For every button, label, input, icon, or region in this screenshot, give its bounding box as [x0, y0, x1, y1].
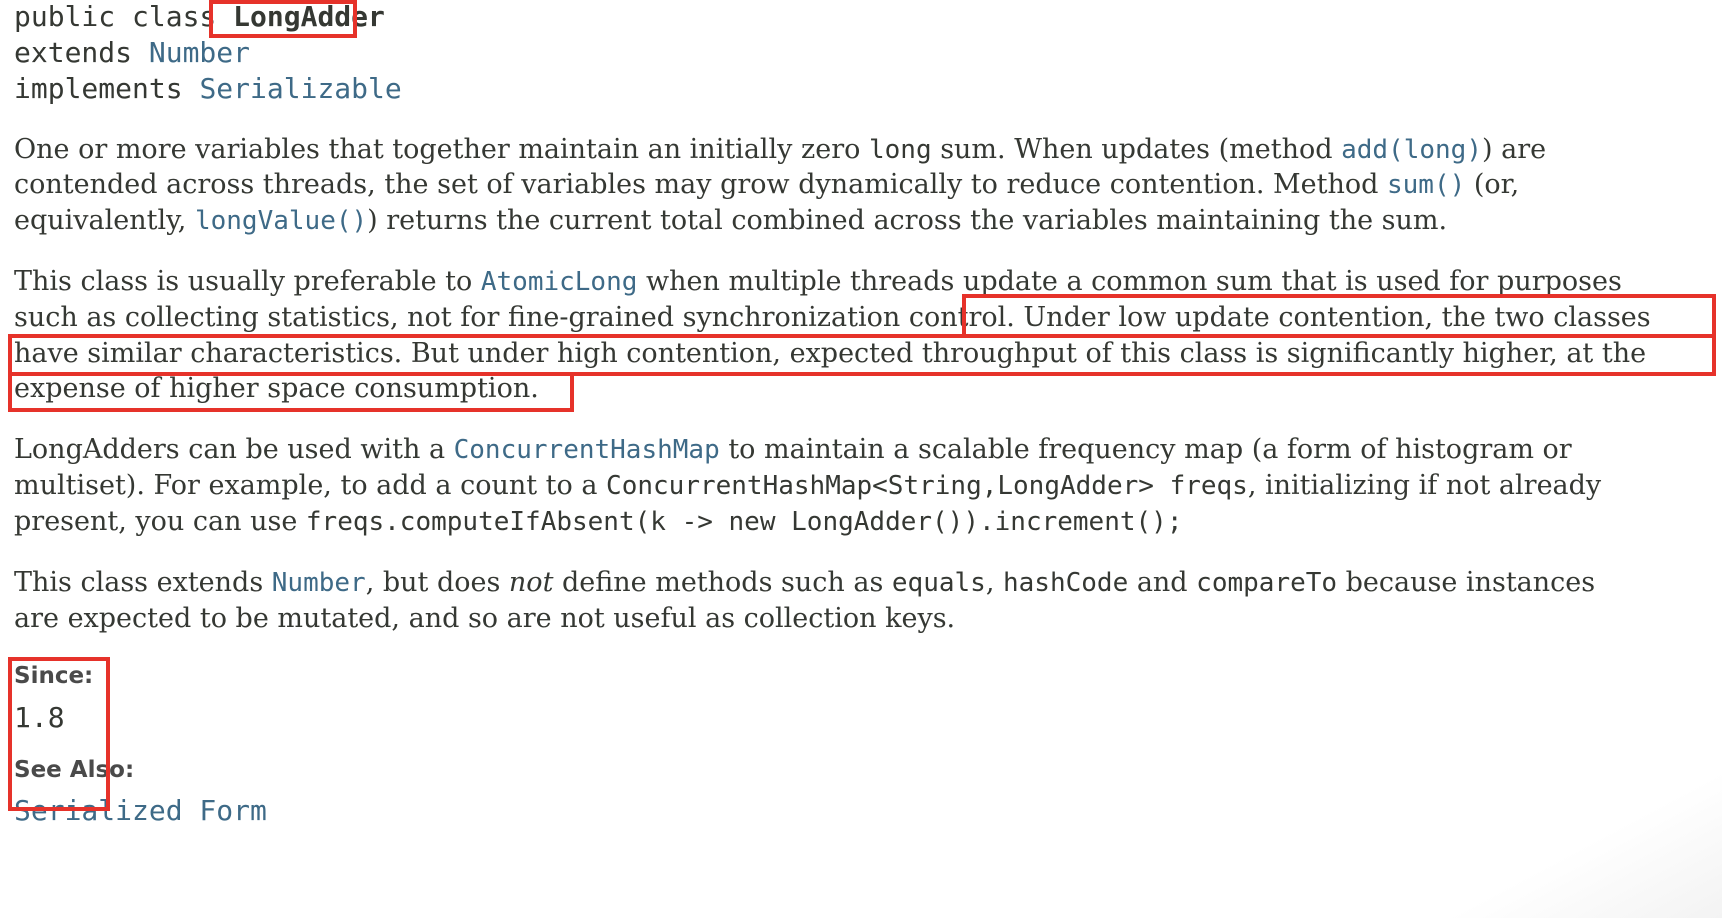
- para4-text: because instances: [1337, 567, 1596, 598]
- emphasis-not: not: [508, 567, 554, 598]
- class-signature-line-3: implements Serializable: [14, 69, 402, 109]
- para3-text: , initializing if not already: [1247, 470, 1602, 501]
- para1-text: (or,: [1465, 169, 1520, 200]
- equals-code: equals: [891, 568, 986, 598]
- compareto-code: compareTo: [1196, 568, 1338, 598]
- para1-text: One or more variables that together main…: [14, 134, 869, 165]
- para3-text: LongAdders can be used with a: [14, 434, 454, 465]
- para1-text: ) returns the current total combined acr…: [367, 205, 1448, 236]
- concurrent-hash-map-link[interactable]: ConcurrentHashMap: [454, 435, 720, 465]
- number-link[interactable]: Number: [149, 36, 250, 69]
- para3-text: multiset). For example, to add a count t…: [14, 470, 607, 501]
- para1-line-2: contended across threads, the set of var…: [14, 165, 1519, 205]
- highlighted-sentence-start: Under low update contention, the two cla…: [1023, 302, 1651, 333]
- since-version: 1.8: [14, 701, 65, 734]
- para1-text: contended across threads, the set of var…: [14, 169, 1387, 200]
- para2-line-4: expense of higher space consumption.: [14, 369, 539, 409]
- long-value-link[interactable]: longValue(): [195, 206, 367, 236]
- long-code: long: [868, 135, 932, 165]
- para2-text: when multiple threads update a common su…: [637, 266, 1622, 297]
- para2-line-3: have similar characteristics. But under …: [14, 334, 1646, 374]
- para3-text: present, you can use: [14, 506, 306, 537]
- para1-line-1: One or more variables that together main…: [14, 130, 1546, 170]
- para2-text: This class is usually preferable to: [14, 266, 481, 297]
- javadoc-page: public class LongAdder extends Number im…: [0, 0, 1722, 918]
- para2-text: such as collecting statistics, not for f…: [14, 302, 1024, 333]
- hashcode-code: hashCode: [1003, 568, 1129, 598]
- class-signature-line-2: extends Number: [14, 33, 250, 73]
- extends-keyword: extends: [14, 36, 149, 69]
- class-name: LongAdder: [233, 0, 385, 33]
- para1-line-3: equivalently, longValue()) returns the c…: [14, 201, 1447, 241]
- class-signature-line-1: public class LongAdder: [14, 0, 385, 37]
- highlighted-sentence-middle: have similar characteristics. But under …: [14, 338, 1647, 369]
- para4-text: are expected to be mutated, and so are n…: [14, 603, 956, 634]
- para1-text: sum. When updates (method: [931, 134, 1342, 165]
- para3-line-3: present, you can use freqs.computeIfAbse…: [14, 502, 1182, 542]
- para4-text: , but does: [365, 567, 509, 598]
- compute-if-absent-code: freqs.computeIfAbsent(k -> new LongAdder…: [305, 507, 1183, 537]
- implements-keyword: implements: [14, 72, 200, 105]
- number-link-2[interactable]: Number: [272, 568, 366, 598]
- para3-text: to maintain a scalable frequency map (a …: [719, 434, 1572, 465]
- add-long-link[interactable]: add(long): [1341, 135, 1482, 165]
- freqs-declaration-code: ConcurrentHashMap<String,LongAdder> freq…: [606, 471, 1248, 501]
- atomic-long-link[interactable]: AtomicLong: [481, 267, 638, 297]
- serialized-form-link[interactable]: Serialized Form: [14, 794, 267, 827]
- signature-prefix: public class: [14, 0, 234, 33]
- see-also-label: See Also:: [14, 757, 135, 783]
- para4-text: This class extends: [14, 567, 272, 598]
- since-label: Since:: [14, 663, 94, 689]
- see-also-line: Serialized Form: [14, 791, 267, 831]
- para3-line-1: LongAdders can be used with a Concurrent…: [14, 430, 1572, 470]
- para1-text: ) are: [1481, 134, 1547, 165]
- para4-text: and: [1128, 567, 1197, 598]
- serializable-link[interactable]: Serializable: [199, 72, 401, 105]
- para3-line-2: multiset). For example, to add a count t…: [14, 466, 1601, 506]
- para1-text: equivalently,: [14, 205, 195, 236]
- para4-text: define methods such as: [553, 567, 892, 598]
- para4-text: ,: [985, 567, 1003, 598]
- sum-link[interactable]: sum(): [1387, 170, 1465, 200]
- highlighted-sentence-end: expense of higher space consumption.: [14, 373, 539, 404]
- para2-line-1: This class is usually preferable to Atom…: [14, 262, 1622, 302]
- para4-line-1: This class extends Number, but does not …: [14, 563, 1595, 603]
- since-value: 1.8: [14, 698, 65, 738]
- para4-line-2: are expected to be mutated, and so are n…: [14, 599, 955, 639]
- para2-line-2: such as collecting statistics, not for f…: [14, 298, 1651, 338]
